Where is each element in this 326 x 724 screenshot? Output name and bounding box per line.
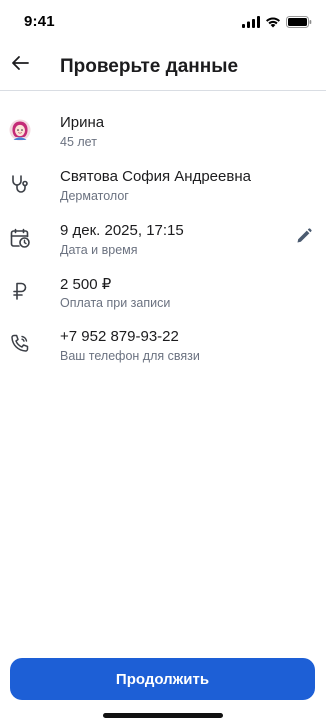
price-value: 2 500 ₽	[60, 276, 112, 293]
payment-note: Оплата при записи	[60, 296, 171, 310]
back-button[interactable]	[8, 53, 32, 77]
wifi-icon	[265, 15, 281, 33]
header: Проверьте данные	[0, 44, 326, 91]
edit-datetime-button[interactable]	[294, 227, 314, 249]
stethoscope-icon	[8, 172, 32, 196]
continue-button[interactable]: Продолжить	[10, 658, 315, 700]
doctor-specialty: Дерматолог	[60, 189, 129, 203]
phone-icon	[8, 332, 32, 356]
price-row: 2 500 ₽ Оплата при записи	[0, 275, 326, 329]
patient-row: Ирина 45 лет	[0, 114, 326, 168]
phone-label: Ваш телефон для связи	[60, 349, 200, 363]
pencil-icon	[296, 227, 312, 249]
home-indicator	[103, 713, 223, 718]
status-icons	[242, 15, 312, 33]
appointment-datetime: 9 дек. 2025, 17:15	[60, 222, 184, 239]
appointment-datetime-label: Дата и время	[60, 243, 138, 257]
battery-icon	[286, 15, 312, 33]
page-title: Проверьте данные	[60, 56, 239, 77]
calendar-clock-icon	[8, 226, 32, 250]
phone-row: +7 952 879-93-22 Ваш телефон для связи	[0, 328, 326, 382]
datetime-row: 9 дек. 2025, 17:15 Дата и время	[0, 222, 326, 276]
ruble-icon	[8, 279, 32, 303]
status-bar: 9:41	[0, 0, 326, 44]
patient-age: 45 лет	[60, 135, 97, 149]
status-time: 9:41	[24, 13, 55, 30]
doctor-name: Святова София Андреевна	[60, 168, 251, 185]
cellular-signal-icon	[242, 15, 260, 33]
patient-name: Ирина	[60, 114, 105, 131]
doctor-row: Святова София Андреевна Дерматолог	[0, 168, 326, 222]
patient-avatar-icon	[8, 118, 32, 142]
arrow-left-icon	[11, 55, 29, 76]
phone-number: +7 952 879-93-22	[60, 328, 179, 345]
